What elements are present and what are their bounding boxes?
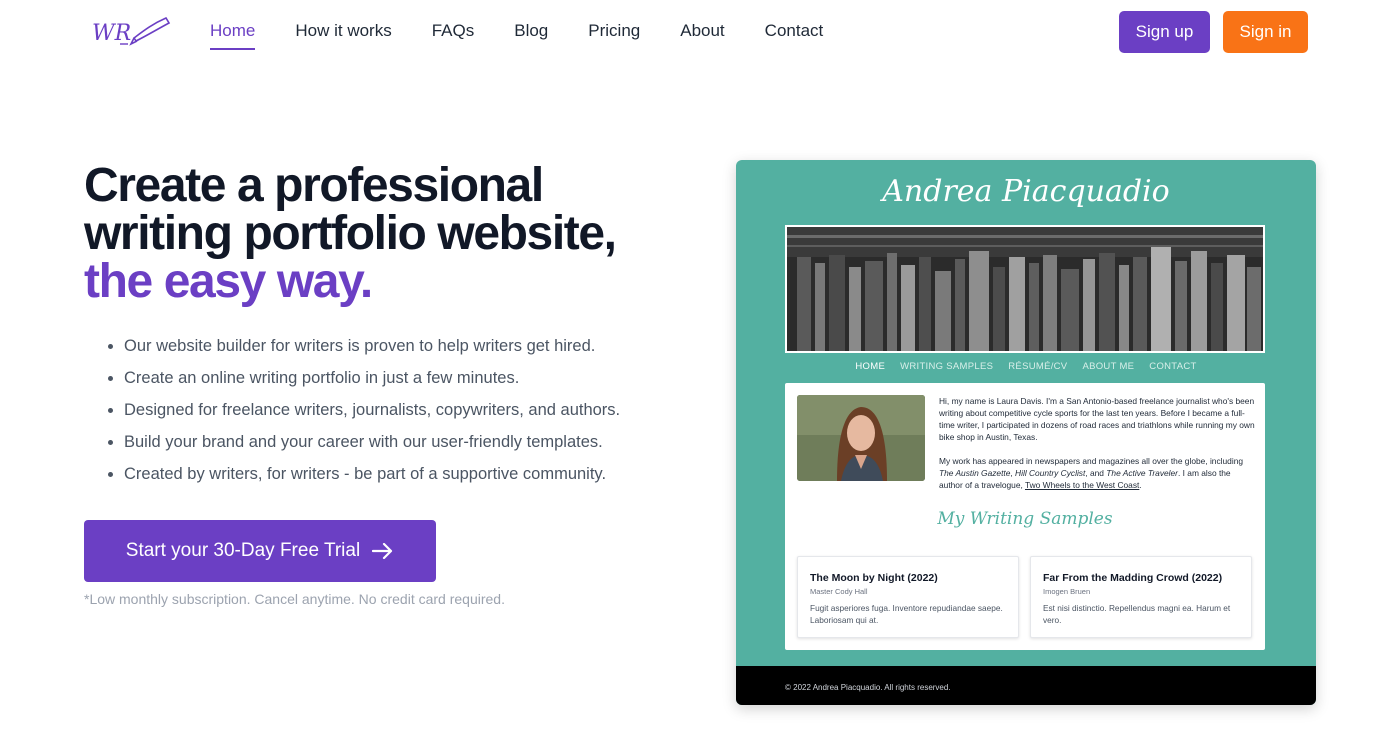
nav-how-it-works[interactable]: How it works	[295, 20, 391, 50]
preview-bio: Hi, my name is Laura Davis. I'm a San An…	[939, 395, 1255, 491]
feature-item: Our website builder for writers is prove…	[124, 330, 620, 362]
preview-site-name: Andrea Piacquadio	[882, 174, 1170, 209]
preview-nav-writing-samples: WRITING SAMPLES	[900, 361, 994, 372]
nav-blog[interactable]: Blog	[514, 20, 548, 50]
feature-list: Our website builder for writers is prove…	[124, 330, 620, 490]
sample-author: Master Cody Hall	[810, 587, 868, 596]
preview-content-card: Hi, my name is Laura Davis. I'm a San An…	[785, 383, 1265, 650]
arrow-right-icon	[372, 543, 393, 559]
preview-samples-title: My Writing Samples	[937, 509, 1113, 529]
sign-up-button[interactable]: Sign up	[1119, 11, 1210, 53]
nav-home[interactable]: Home	[210, 20, 256, 50]
sign-in-button[interactable]: Sign in	[1223, 11, 1308, 53]
start-trial-button[interactable]: Start your 30-Day Free Trial	[84, 520, 436, 582]
feature-item: Create an online writing portfolio in ju…	[124, 362, 620, 394]
hero-title-line2: writing portfolio website,	[84, 207, 617, 260]
svg-text:WR: WR	[92, 21, 131, 46]
main-nav: Home How it works FAQs Blog Pricing Abou…	[210, 20, 823, 50]
feature-item: Designed for freelance writers, journali…	[124, 394, 620, 426]
profile-photo	[797, 395, 925, 481]
hero-title: Create a professional writing portfolio …	[84, 162, 684, 306]
preview-nav-about: ABOUT ME	[1082, 361, 1135, 372]
bio-paragraph-2: My work has appeared in newspapers and m…	[939, 456, 1244, 490]
portfolio-preview: Andrea Piacquadio HOME WRITING SAMPLES R…	[736, 160, 1316, 705]
sample-card: Far From the Madding Crowd (2022) Imogen…	[1030, 556, 1252, 638]
sample-title: Far From the Madding Crowd (2022)	[1043, 572, 1223, 584]
start-trial-label: Start your 30-Day Free Trial	[125, 540, 361, 561]
sample-card: The Moon by Night (2022) Master Cody Hal…	[797, 556, 1019, 638]
sample-title: The Moon by Night (2022)	[810, 572, 938, 584]
nav-pricing[interactable]: Pricing	[588, 20, 640, 50]
book-link: Two Wheels to the West Coast	[1024, 480, 1140, 490]
bookshelf-image	[787, 227, 1263, 351]
feature-item: Build your brand and your career with ou…	[124, 426, 620, 458]
nav-contact[interactable]: Contact	[765, 20, 824, 50]
preview-copyright: © 2022 Andrea Piacquadio. All rights res…	[785, 683, 951, 692]
trial-fineprint: *Low monthly subscription. Cancel anytim…	[84, 591, 505, 607]
preview-nav: HOME WRITING SAMPLES RÉSUMÉ/CV ABOUT ME …	[736, 361, 1316, 372]
preview-banner-image	[785, 225, 1265, 353]
sample-excerpt: Est nisi distinctio. Repellendus magni e…	[1043, 603, 1231, 625]
sample-author: Imogen Bruen	[1043, 587, 1091, 596]
wr-pen-logo[interactable]: WR	[90, 14, 174, 48]
nav-faqs[interactable]: FAQs	[432, 20, 475, 50]
bio-paragraph-1: Hi, my name is Laura Davis. I'm a San An…	[939, 396, 1255, 442]
hero-title-highlight: the easy way.	[84, 255, 373, 308]
preview-nav-resume: RÉSUMÉ/CV	[1008, 361, 1068, 372]
preview-footer: © 2022 Andrea Piacquadio. All rights res…	[736, 666, 1316, 705]
preview-nav-home: HOME	[855, 361, 886, 372]
hero-title-line1: Create a professional	[84, 159, 544, 212]
preview-nav-contact: CONTACT	[1149, 361, 1197, 372]
sample-excerpt: Fugit asperiores fuga. Inventore repudia…	[810, 603, 1003, 625]
feature-item: Created by writers, for writers - be par…	[124, 458, 620, 490]
nav-about[interactable]: About	[680, 20, 724, 50]
